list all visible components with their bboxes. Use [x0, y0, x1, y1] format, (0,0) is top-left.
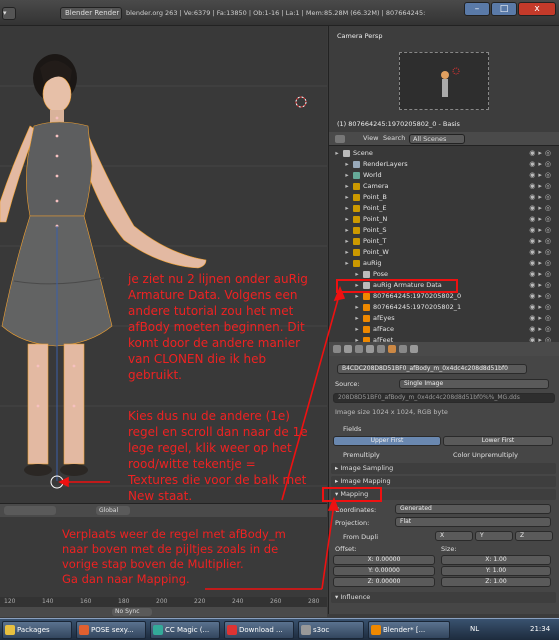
app-icon	[371, 625, 381, 635]
taskbar-button[interactable]: Packages	[2, 621, 72, 639]
taskbar-button-label: Download ...	[239, 626, 283, 634]
taskbar-button-label: CC Magic (...	[165, 626, 210, 634]
taskbar-button-label: s3oc	[313, 626, 330, 634]
app-icon	[79, 625, 89, 635]
taskbar-button[interactable]: Blender* [...	[368, 621, 450, 639]
taskbar-button-label: Blender* [...	[383, 626, 426, 634]
app-icon	[301, 625, 311, 635]
annotation-arrows	[58, 285, 346, 590]
windows-taskbar: Packages POSE sexy... CC Magic (... Downloa…	[0, 618, 559, 640]
app-icon	[227, 625, 237, 635]
screen: ▾ Blender Render blender.org 263 | Ve:63…	[0, 0, 559, 640]
app-icon	[5, 625, 15, 635]
taskbar-button[interactable]: Download ...	[224, 621, 294, 639]
taskbar-button[interactable]: CC Magic (...	[150, 621, 220, 639]
system-clock[interactable]: 21:34	[530, 625, 550, 633]
app-icon	[153, 625, 163, 635]
language-indicator[interactable]: NL	[470, 625, 479, 633]
taskbar-button-label: Packages	[17, 626, 50, 634]
taskbar-button[interactable]: s3oc	[298, 621, 364, 639]
taskbar-button-label: POSE sexy...	[91, 626, 134, 634]
taskbar-button[interactable]: POSE sexy...	[76, 621, 146, 639]
